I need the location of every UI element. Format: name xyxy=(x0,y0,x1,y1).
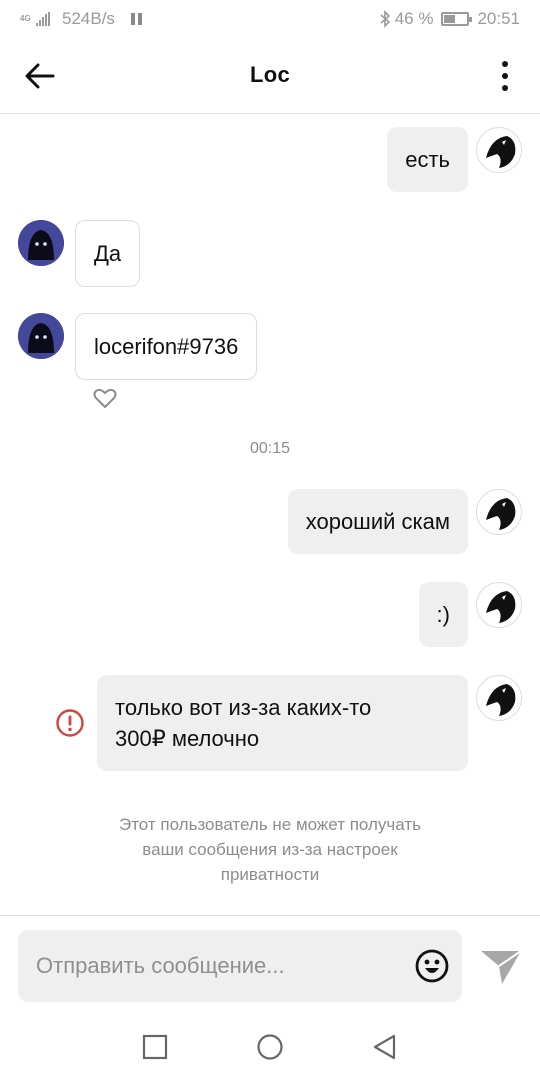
message-composer xyxy=(18,930,462,1002)
message-bubble-outgoing[interactable]: только вот из-за каких-то 300₽ мелочно xyxy=(97,675,468,771)
message-text-line: только вот из-за каких-то xyxy=(115,695,372,720)
chat-header: Loc xyxy=(0,38,540,114)
emoji-icon xyxy=(415,949,449,983)
my-avatar[interactable] xyxy=(476,127,522,173)
back-triangle-icon xyxy=(373,1034,396,1060)
message-text-line: 300₽ мелочно xyxy=(115,726,260,751)
like-button[interactable] xyxy=(92,386,118,410)
notice-line: Этот пользователь не может получать xyxy=(118,815,421,834)
privacy-notice: Этот пользователь не может получать ваши… xyxy=(70,812,470,887)
error-icon xyxy=(56,709,84,737)
my-avatar[interactable] xyxy=(476,675,522,721)
status-bar: 4G 524B/s 46 % 20:51 xyxy=(0,0,540,38)
message-bubble-outgoing[interactable]: есть xyxy=(387,127,468,192)
battery-percent: 46 % xyxy=(394,9,434,28)
signal-icon xyxy=(36,12,50,26)
message-text: locerifon#9736 xyxy=(94,334,239,359)
my-avatar[interactable] xyxy=(476,489,522,535)
contact-avatar[interactable] xyxy=(18,313,64,359)
my-avatar[interactable] xyxy=(476,582,522,628)
home-button[interactable] xyxy=(255,1032,285,1062)
bluetooth-icon xyxy=(380,10,390,28)
notice-line: ваши сообщения из-за настроек xyxy=(142,840,398,859)
heart-outline-icon xyxy=(93,388,117,408)
message-bubble-outgoing[interactable]: хороший скам xyxy=(287,489,468,554)
message-text: Да xyxy=(94,241,122,266)
system-nav-bar xyxy=(0,1012,540,1080)
nav-back-button[interactable] xyxy=(370,1032,400,1062)
send-failed-button[interactable] xyxy=(55,708,85,738)
network-speed: 524B/s xyxy=(62,9,115,28)
more-vertical-icon xyxy=(502,61,508,67)
message-text: есть xyxy=(405,147,450,172)
send-button[interactable] xyxy=(478,945,524,987)
emoji-button[interactable] xyxy=(414,948,450,984)
recent-apps-button[interactable] xyxy=(140,1032,170,1062)
notice-line: приватности xyxy=(220,865,320,884)
network-type: 4G xyxy=(20,14,31,23)
battery-icon xyxy=(441,12,473,26)
pause-icon xyxy=(130,13,142,25)
message-bubble-outgoing[interactable]: :) xyxy=(418,582,468,647)
chat-title: Loc xyxy=(249,62,290,87)
message-input[interactable] xyxy=(36,950,396,982)
contact-avatar[interactable] xyxy=(18,220,64,266)
send-icon xyxy=(481,950,522,984)
message-bubble-incoming[interactable]: Да xyxy=(75,220,141,287)
message-text: :) xyxy=(436,602,450,627)
clock: 20:51 xyxy=(477,9,520,28)
recent-apps-icon xyxy=(142,1034,168,1060)
message-bubble-incoming[interactable]: locerifon#9736 xyxy=(75,313,258,380)
message-text: хороший скам xyxy=(305,509,450,534)
composer-divider xyxy=(0,915,540,916)
message-timestamp: 00:15 xyxy=(249,440,291,457)
more-options-button[interactable] xyxy=(500,58,510,94)
home-icon xyxy=(257,1034,283,1060)
